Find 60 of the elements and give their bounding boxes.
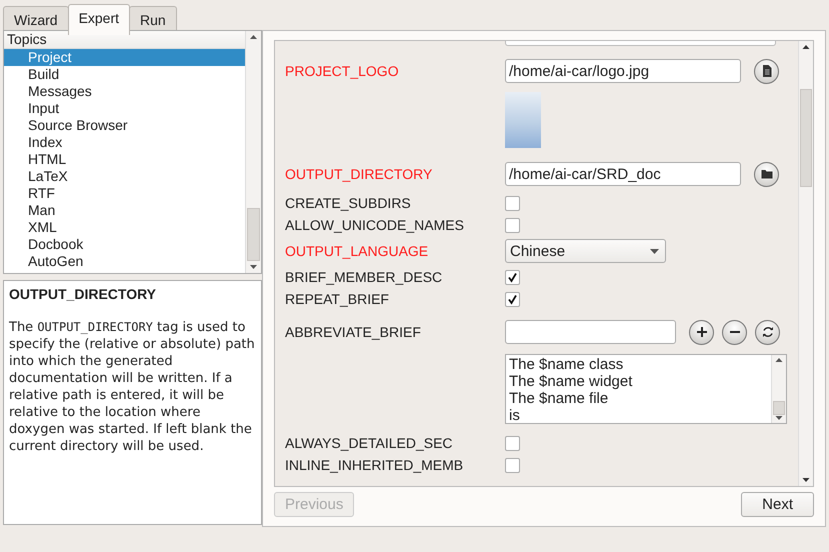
setting-label: CREATE_SUBDIRS	[285, 195, 412, 211]
add-button[interactable]	[689, 320, 714, 344]
topic-item[interactable]: Input	[4, 100, 245, 117]
refresh-button[interactable]	[755, 320, 780, 344]
checkbox[interactable]	[505, 270, 520, 284]
list-item[interactable]: The $name widget	[509, 373, 768, 390]
setting-label: PROJECT_LOGO	[285, 63, 400, 79]
list-item[interactable]: is	[509, 407, 768, 423]
column-header: Topics	[4, 31, 245, 49]
topic-item[interactable]: Source Browser	[4, 117, 245, 134]
browse-button[interactable]	[754, 58, 779, 84]
topic-item[interactable]: HTML	[4, 151, 245, 168]
tab[interactable]: Expert	[68, 4, 130, 35]
scrollbar[interactable]	[771, 355, 786, 423]
setting-label: OUTPUT_DIRECTORY	[285, 166, 434, 182]
topic-item[interactable]: Messages	[4, 83, 245, 100]
photo-placeholder	[505, 92, 541, 148]
folder-icon	[760, 169, 772, 179]
setting-label: ABBREVIATE_BRIEF	[285, 324, 422, 340]
setting-label: BRIEF_MEMBER_DESC	[285, 269, 444, 285]
refresh-icon	[762, 326, 774, 338]
list-item[interactable]: The $name file	[509, 390, 768, 407]
checkbox[interactable]	[505, 196, 520, 210]
topic-item[interactable]: RTF	[4, 185, 245, 202]
caret-icon	[650, 248, 659, 254]
description-text: The OUTPUT_DIRECTORY tag is used to specify the (relative or absolute) path into which the generated documentation will be written. If a relative path is entered, it will be relative to the location where doxygen was started. If left blank the current directory will be used.	[9, 319, 256, 455]
topic-item[interactable]: Build	[4, 66, 245, 83]
description-title: OUTPUT_DIRECTORY	[9, 286, 158, 303]
path-field[interactable]: /home/ai-car/logo.jpg	[505, 59, 741, 83]
scroll-thumb[interactable]	[247, 208, 260, 261]
setting-label: ALLOW_UNICODE_NAMES	[285, 217, 465, 233]
next-button[interactable]: Next	[741, 492, 814, 517]
list-item[interactable]: The $name class	[509, 356, 768, 373]
scroll-thumb[interactable]	[800, 89, 812, 187]
topic-item[interactable]: Man	[4, 202, 245, 219]
checkbox[interactable]	[505, 458, 520, 472]
document-icon	[762, 65, 772, 77]
path-field[interactable]: /home/ai-car/SRD_doc	[505, 162, 741, 186]
scrollbar[interactable]	[245, 31, 261, 273]
scroll-thumb[interactable]	[773, 401, 785, 415]
checkbox[interactable]	[505, 218, 520, 232]
minus-icon	[730, 331, 740, 333]
topic-item[interactable]: Project	[4, 49, 245, 66]
browse-button[interactable]	[754, 162, 779, 186]
topic-item[interactable]: Docbook	[4, 236, 245, 253]
topic-item[interactable]: AutoGen	[4, 253, 245, 270]
setting-label: ALWAYS_DETAILED_SEC	[285, 435, 454, 451]
input-field[interactable]	[505, 320, 676, 344]
setting-label: OUTPUT_LANGUAGE	[285, 243, 430, 259]
checkbox[interactable]	[505, 292, 520, 306]
setting-label: REPEAT_BRIEF	[285, 291, 390, 307]
checkbox[interactable]	[505, 436, 520, 450]
language-dropdown[interactable]: Chinese	[505, 239, 666, 263]
topic-item[interactable]: Index	[4, 134, 245, 151]
setting-label: INLINE_INHERITED_MEMB	[285, 457, 464, 473]
plus-icon	[696, 327, 706, 337]
topic-item[interactable]: XML	[4, 219, 245, 236]
remove-button[interactable]	[722, 320, 747, 344]
topic-item[interactable]: LaTeX	[4, 168, 245, 185]
scrollbar[interactable]	[798, 41, 813, 486]
